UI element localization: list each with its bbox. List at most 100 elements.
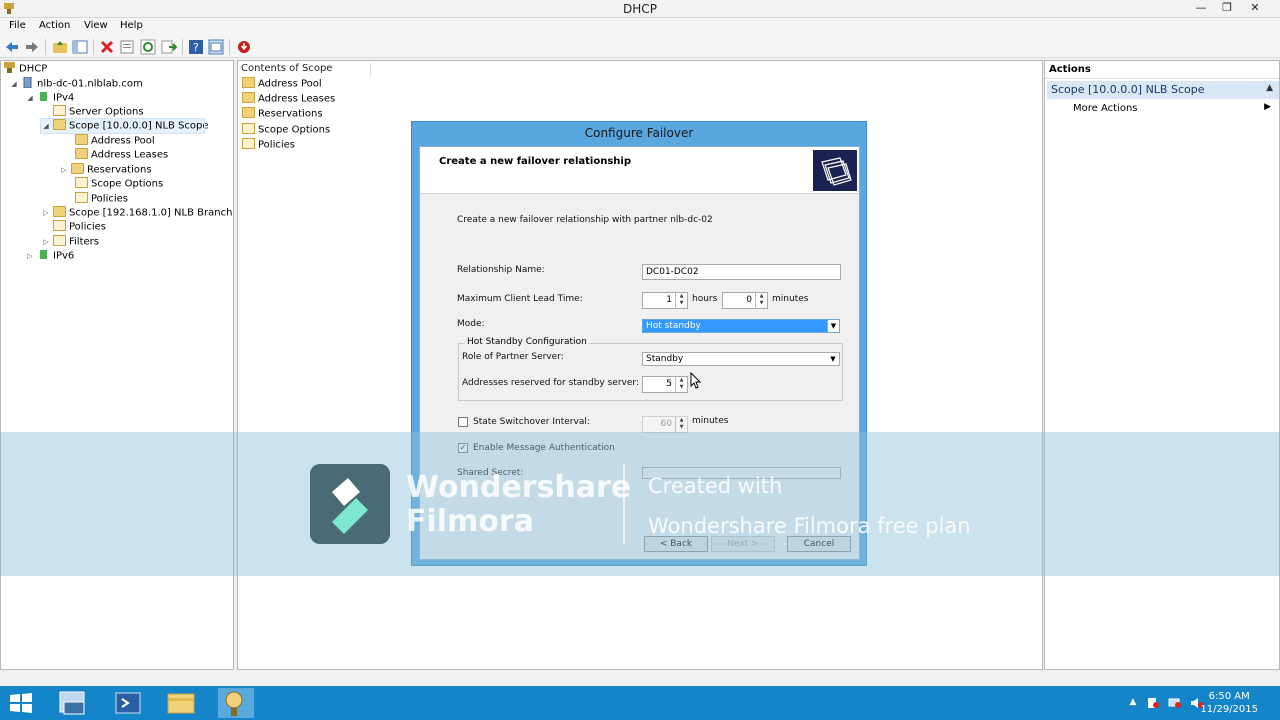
mode-select[interactable]: Hot standby ▼ (642, 319, 840, 333)
switchover-stepper[interactable]: 60 ▲ ▼ (642, 416, 688, 433)
tree-item-server[interactable]: ◢ nlb-dc-01.nlblab.com (9, 77, 143, 91)
taskbar: ▲ 6:50 AM 11/29/2015 (0, 686, 1280, 720)
help-icon[interactable]: ? (188, 39, 204, 55)
expand-arrow-icon[interactable]: ▷ (25, 249, 35, 263)
brand-line-2: Filmora (406, 504, 534, 539)
title-bar: DHCP — ❐ ✕ (0, 0, 1280, 18)
minimize-button[interactable]: — (1188, 0, 1214, 16)
options-icon (242, 123, 255, 134)
collapse-up-icon[interactable]: ▲ (1266, 83, 1273, 93)
ipv4-icon (40, 92, 47, 101)
menu-help[interactable]: Help (120, 20, 143, 31)
show-hide-tree-icon[interactable] (72, 39, 88, 55)
up-folder-icon[interactable] (52, 39, 68, 55)
mclt-minutes-stepper[interactable]: 0 ▲ ▼ (722, 292, 768, 309)
tree-item-scope-192[interactable]: ▷ Scope [192.168.1.0] NLB Branch (41, 206, 232, 220)
expand-arrow-icon[interactable]: ▷ (59, 163, 69, 177)
back-arrow-icon[interactable] (4, 39, 20, 55)
brand-line-1: Wondershare (406, 470, 632, 505)
collapse-arrow-icon[interactable]: ◢ (25, 91, 35, 105)
forward-arrow-icon[interactable] (24, 39, 40, 55)
server-manager-icon[interactable] (50, 688, 98, 718)
switchover-checkbox[interactable] (458, 417, 468, 427)
powershell-icon[interactable] (104, 688, 152, 718)
collapse-arrow-icon[interactable]: ◢ (41, 119, 51, 133)
tree-item-server-options[interactable]: Server Options (51, 105, 144, 119)
tree-item-dhcp[interactable]: DHCP (3, 62, 47, 76)
list-item[interactable]: Scope Options (242, 123, 330, 137)
dhcp-taskbar-icon[interactable] (212, 688, 260, 718)
tree-item-scope-options[interactable]: Scope Options (73, 177, 163, 191)
action-center-icon[interactable] (1146, 697, 1160, 709)
tree-item-ipv6[interactable]: ▷ IPv6 (25, 249, 74, 263)
tree-item-address-leases[interactable]: Address Leases (73, 148, 168, 162)
spin-arrows-icon[interactable]: ▲ ▼ (675, 377, 687, 392)
actions-scope-section[interactable]: Scope [10.0.0.0] NLB Scope ▲ (1047, 81, 1279, 99)
tree-item-filters[interactable]: ▷ Filters (41, 235, 99, 249)
options-icon (53, 105, 66, 116)
collapse-arrow-icon[interactable]: ◢ (9, 77, 19, 91)
window-title: DHCP (623, 2, 657, 16)
windows-start-icon[interactable] (8, 692, 34, 714)
restore-button[interactable]: ❐ (1214, 0, 1240, 16)
tree-item-reservations[interactable]: ▷ Reservations (59, 163, 152, 177)
expand-arrow-icon[interactable]: ▷ (41, 235, 51, 249)
reserved-stepper[interactable]: 5 ▲ ▼ (642, 376, 688, 393)
menu-file[interactable]: File (9, 20, 26, 31)
spin-arrows-icon[interactable]: ▲ ▼ (755, 293, 767, 308)
tree-item-scope-policies[interactable]: Policies (73, 192, 128, 206)
chevron-down-icon[interactable]: ▼ (827, 320, 839, 332)
expand-arrow-icon[interactable]: ▷ (41, 206, 51, 220)
failover-wizard-icon (813, 150, 857, 191)
created-with-text: Created with (648, 474, 783, 498)
refresh-icon[interactable] (140, 39, 156, 55)
action-pane-icon[interactable] (208, 39, 224, 55)
tree-item-ipv4[interactable]: ◢ IPv4 (25, 91, 74, 105)
mclt-hours-stepper[interactable]: 1 ▲ ▼ (642, 292, 688, 309)
spin-arrows-icon[interactable]: ▲ ▼ (675, 293, 687, 308)
svg-text:?: ? (193, 41, 199, 54)
folder-icon (242, 92, 255, 103)
menu-action[interactable]: Action (39, 20, 70, 31)
column-header[interactable]: Contents of Scope (241, 63, 371, 77)
tree-item-policies[interactable]: Policies (51, 220, 106, 234)
list-item[interactable]: Address Leases (242, 92, 335, 106)
stop-service-icon[interactable] (236, 39, 252, 55)
console-tree: DHCP ◢ nlb-dc-01.nlblab.com ◢ IPv4 Server … (0, 60, 234, 670)
tray-expand-icon[interactable]: ▲ (1126, 697, 1140, 709)
properties-icon[interactable] (119, 39, 135, 55)
list-item[interactable]: Reservations (242, 107, 323, 121)
folder-icon (242, 77, 255, 88)
network-icon[interactable] (1168, 697, 1182, 709)
server-icon (23, 77, 32, 88)
list-item[interactable]: Policies (242, 138, 295, 152)
export-list-icon[interactable] (161, 39, 177, 55)
file-explorer-icon[interactable] (158, 688, 206, 718)
switchover-label: State Switchover Interval: (473, 417, 590, 427)
reserved-label: Addresses reserved for standby server: (462, 378, 639, 388)
mclt-label: Maximum Client Lead Time: (457, 294, 583, 304)
folder-icon (71, 163, 84, 174)
menu-bar: File Action View Help (0, 18, 1280, 36)
menu-view[interactable]: View (84, 20, 108, 31)
role-select[interactable]: Standby ▼ (642, 352, 840, 366)
delete-icon[interactable] (99, 39, 115, 55)
spin-arrows-icon[interactable]: ▲ ▼ (675, 417, 687, 432)
filter-icon (53, 235, 66, 246)
chevron-down-icon[interactable]: ▼ (827, 353, 839, 365)
list-item[interactable]: Address Pool (242, 77, 322, 91)
relationship-name-label: Relationship Name: (457, 265, 545, 275)
submenu-arrow-icon: ▶ (1264, 102, 1271, 112)
tree-item-address-pool[interactable]: Address Pool (73, 134, 155, 148)
hours-label: hours (692, 294, 718, 304)
system-clock[interactable]: 6:50 AM 11/29/2015 (1200, 690, 1258, 716)
close-button[interactable]: ✕ (1242, 0, 1268, 16)
toolbar: ? (0, 36, 1280, 58)
tree-item-scope-10[interactable]: ◢ Scope [10.0.0.0] NLB Scope (40, 118, 209, 134)
more-actions-link[interactable]: More Actions (1073, 103, 1138, 114)
relationship-name-input[interactable]: DC01-DC02 (642, 264, 841, 280)
groupbox-title: Hot Standby Configuration (465, 337, 589, 347)
watermark-divider (623, 464, 625, 544)
filmora-watermark: Wondershare Filmora Created with Wonders… (0, 432, 1280, 576)
filmora-logo-icon (310, 464, 390, 544)
